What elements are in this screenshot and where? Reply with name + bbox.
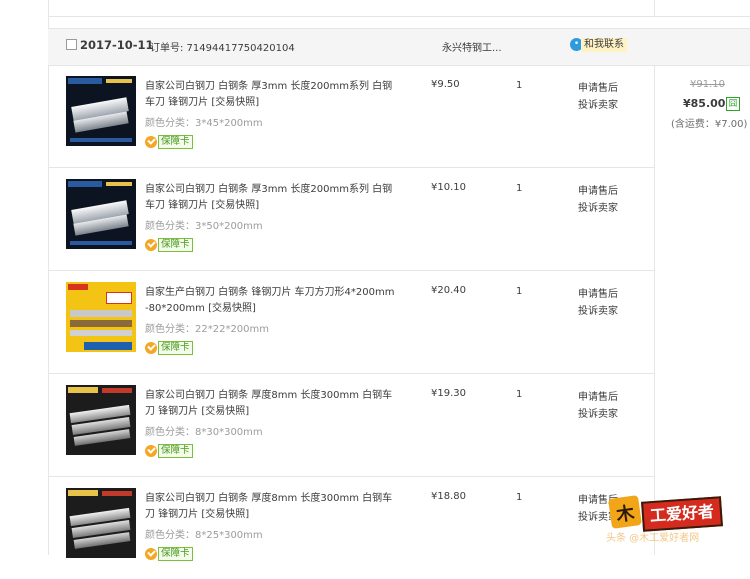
logo-emblem: 木 <box>608 495 642 529</box>
product-title-link[interactable]: 自家公司白钢刀 白钢条 厚3mm 长度200mm系列 白钢车刀 锋钢刀片 [交易… <box>145 79 401 111</box>
product-title-link[interactable]: 自家公司白钢刀 白钢条 厚度8mm 长度300mm 白钢车刀 锋钢刀片 [交易快… <box>145 491 401 523</box>
order-number: 订单号: 71494417750420104 <box>150 43 295 54</box>
order-item-row: 自家公司白钢刀 白钢条 厚度8mm 长度300mm 白钢车刀 锋钢刀片 [交易快… <box>48 374 654 477</box>
unit-price: ¥10.10 <box>431 182 466 193</box>
guarantee-check-icon <box>145 548 157 560</box>
guarantee-label: 保障卡 <box>158 238 193 252</box>
unit-price: ¥18.80 <box>431 491 466 502</box>
logo-text: 工爱好者 <box>641 496 723 532</box>
guarantee-check-icon <box>145 445 157 457</box>
order-select-checkbox[interactable] <box>66 39 77 50</box>
order-item-row: 自家公司白钢刀 白钢条 厚度8mm 长度300mm 白钢车刀 锋钢刀片 [交易快… <box>48 477 654 579</box>
product-spec: 颜色分类：8*30*300mm <box>145 427 263 438</box>
order-item-row: 自家生产白钢刀 白钢条 锋钢刀片 车刀方刀形4*200mm -80*200mm … <box>48 271 654 374</box>
apply-after-sales-link[interactable]: 申请售后 <box>578 388 618 403</box>
product-spec: 颜色分类：3*45*200mm <box>145 118 263 129</box>
guarantee-check-icon <box>145 239 157 251</box>
guarantee-label: 保障卡 <box>158 135 193 149</box>
guarantee-check-icon <box>145 342 157 354</box>
product-spec: 颜色分类：22*22*200mm <box>145 324 270 335</box>
shop-name-link[interactable]: 永兴特钢工... <box>442 39 502 54</box>
apply-after-sales-link[interactable]: 申请售后 <box>578 79 618 94</box>
guarantee-label: 保障卡 <box>158 444 193 458</box>
original-total: ¥91.10 <box>690 79 725 90</box>
quantity: 1 <box>516 80 523 91</box>
complain-seller-link[interactable]: 投诉卖家 <box>578 96 618 111</box>
order-item-row: 自家公司白钢刀 白钢条 厚3mm 长度200mm系列 白钢车刀 锋钢刀片 [交易… <box>48 65 654 168</box>
complain-seller-link[interactable]: 投诉卖家 <box>578 405 618 420</box>
product-title-link[interactable]: 自家生产白钢刀 白钢条 锋钢刀片 车刀方刀形4*200mm -80*200mm … <box>145 285 401 317</box>
quantity: 1 <box>516 492 523 503</box>
product-title-link[interactable]: 自家公司白钢刀 白钢条 厚3mm 长度200mm系列 白钢车刀 锋钢刀片 [交易… <box>145 182 401 214</box>
summary-column-divider <box>654 65 655 555</box>
product-thumbnail[interactable] <box>66 385 136 455</box>
quantity: 1 <box>516 389 523 400</box>
unit-price: ¥19.30 <box>431 388 466 399</box>
watermark-caption: 头条 @木工爱好者网 <box>606 533 700 544</box>
apply-after-sales-link[interactable]: 申请售后 <box>578 182 618 197</box>
quantity: 1 <box>516 286 523 297</box>
order-item-row: 自家公司白钢刀 白钢条 厚3mm 长度200mm系列 白钢车刀 锋钢刀片 [交易… <box>48 168 654 271</box>
quantity: 1 <box>516 183 523 194</box>
order-date: 2017-10-11 <box>80 38 154 52</box>
column-divider <box>654 0 655 16</box>
apply-after-sales-link[interactable]: 申请售后 <box>578 285 618 300</box>
order-header: 2017-10-11 订单号: 71494417750420104 永兴特钢工.… <box>48 28 750 66</box>
guarantee-check-icon <box>145 136 157 148</box>
product-spec: 颜色分类：8*25*300mm <box>145 530 263 541</box>
mobile-pay-icon: 囧 <box>726 97 740 111</box>
product-thumbnail[interactable] <box>66 488 136 558</box>
shipping-fee-note: (含运费：¥7.00) <box>671 119 748 130</box>
previous-order-footer <box>48 0 750 17</box>
product-thumbnail[interactable] <box>66 179 136 249</box>
product-spec: 颜色分类：3*50*200mm <box>145 221 263 232</box>
woodworker-logo: 木 工爱好者 <box>608 495 734 532</box>
guarantee-label: 保障卡 <box>158 341 193 355</box>
unit-price: ¥9.50 <box>431 79 460 90</box>
product-thumbnail[interactable] <box>66 76 136 146</box>
watermark: 木 工爱好者 头条 @木工爱好者网 <box>606 491 750 555</box>
product-thumbnail[interactable] <box>66 282 136 352</box>
unit-price: ¥20.40 <box>431 285 466 296</box>
order-total: ¥85.00 <box>683 97 726 110</box>
guarantee-label: 保障卡 <box>158 547 193 561</box>
product-title-link[interactable]: 自家公司白钢刀 白钢条 厚度8mm 长度300mm 白钢车刀 锋钢刀片 [交易快… <box>145 388 401 420</box>
contact-seller-label: 和我联系 <box>581 38 627 52</box>
complain-seller-link[interactable]: 投诉卖家 <box>578 199 618 214</box>
complain-seller-link[interactable]: 投诉卖家 <box>578 302 618 317</box>
